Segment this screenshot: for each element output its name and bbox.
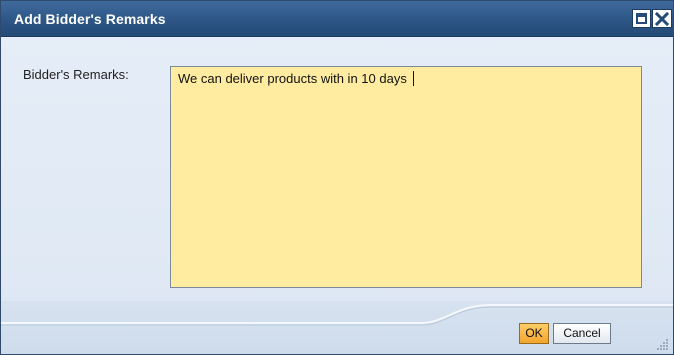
remarks-text: We can deliver products with in 10 days [178,71,414,86]
dialog-titlebar[interactable]: Add Bidder's Remarks [1,1,673,37]
text-caret [412,71,414,86]
remarks-textarea[interactable] [170,66,642,288]
remarks-value: We can deliver products with in 10 days [178,71,407,86]
cancel-button[interactable]: Cancel [553,323,611,344]
ok-button[interactable]: OK [519,323,549,344]
resize-grip-icon[interactable] [654,337,670,353]
maximize-icon[interactable] [632,9,651,28]
remarks-label: Bidder's Remarks: [23,67,129,82]
close-icon[interactable] [652,9,672,28]
add-bidders-remarks-dialog: Add Bidder's Remarks Bidder's Remarks: W… [0,0,674,355]
dialog-title: Add Bidder's Remarks [14,11,166,27]
